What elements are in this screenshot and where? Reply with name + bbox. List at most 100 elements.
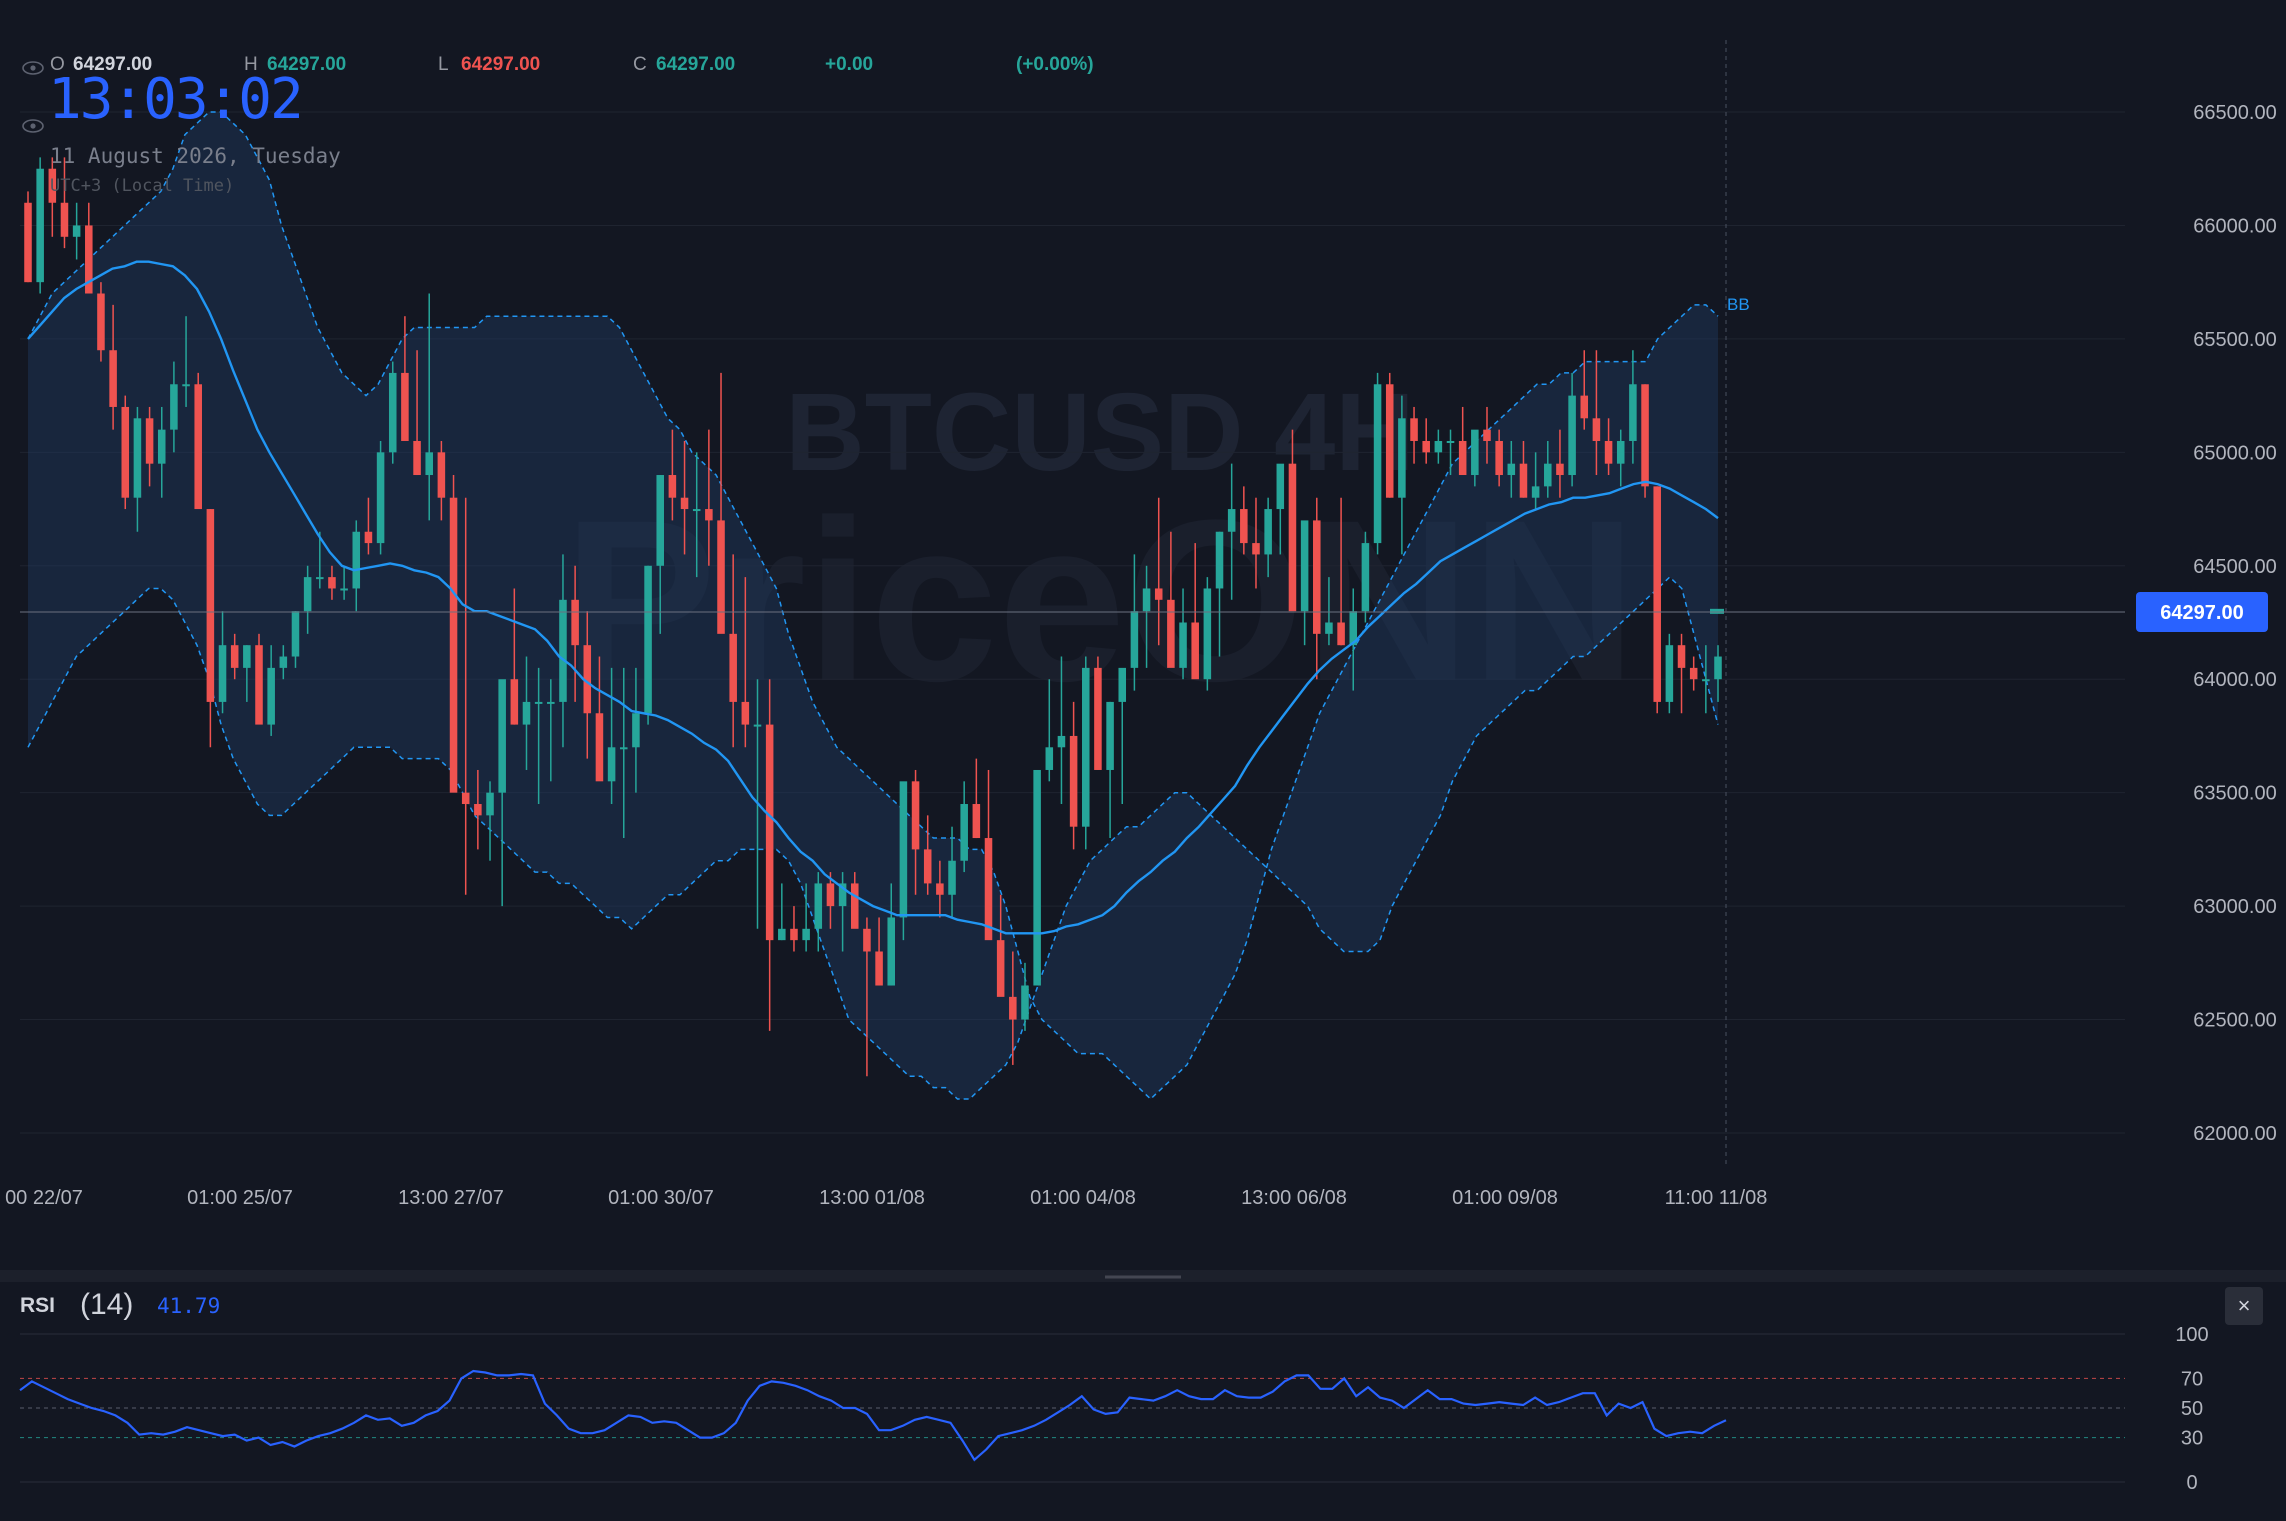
candle-body (1495, 440, 1503, 476)
chart-root[interactable]: BTCUSD 4H PriceONN BB 62000.00 62500.00 63… (0, 0, 2286, 1516)
candle-body (1702, 679, 1710, 682)
candle-body (960, 804, 968, 861)
ohlc-high-value: 64297.00 (267, 54, 346, 75)
candle-body (1592, 418, 1601, 441)
rsi-line (19, 1369, 1727, 1462)
candle-body (206, 509, 215, 702)
candle (206, 509, 215, 748)
candle-body (461, 792, 470, 805)
candle-body (328, 577, 336, 589)
candle-body (388, 372, 397, 453)
candle-body (1033, 769, 1041, 986)
candle-body (778, 928, 786, 941)
time-tick-label: 01:00 09/08 (1452, 1187, 1558, 1209)
candle-body (1191, 622, 1199, 680)
candle-body (364, 531, 373, 544)
candle-body (352, 531, 361, 589)
candle-body (1385, 384, 1394, 498)
time-tick-label: 13:00 01/08 (819, 1187, 925, 1209)
current-price-value: 64297.00 (2160, 602, 2243, 624)
candle-body (1556, 463, 1564, 476)
candle-body (1410, 418, 1418, 441)
price-tick-label: 62500.00 (2193, 1010, 2276, 1032)
candle-body (1714, 656, 1722, 680)
candle-body (1227, 509, 1236, 532)
ohlc-low-label: L (438, 54, 449, 75)
candle-body (948, 860, 956, 895)
candle-body (194, 384, 202, 510)
rsi-value: 41.79 (157, 1294, 220, 1318)
close-icon[interactable]: × (2225, 1287, 2263, 1325)
candle (778, 883, 786, 941)
candle-body (1154, 588, 1163, 600)
candle (1677, 633, 1686, 714)
rsi-levels (20, 1333, 2125, 1483)
candle-body (996, 940, 1005, 997)
candle-body (729, 633, 737, 702)
candle-body (1288, 463, 1297, 612)
candle (1203, 577, 1212, 691)
candle-body (145, 418, 154, 464)
candle-body (449, 497, 458, 793)
time-tick-label: 01:00 25/07 (187, 1187, 293, 1209)
candle-body (401, 372, 409, 441)
candle-body (1069, 735, 1078, 827)
candle-body (1106, 701, 1114, 770)
candle-body (559, 599, 567, 702)
last-candle (1710, 608, 1724, 614)
candle-body (121, 406, 130, 498)
candle-body (267, 667, 275, 725)
eye-icon[interactable] (22, 61, 44, 75)
ohlc-change: +0.00 (825, 54, 873, 75)
candle (1094, 656, 1102, 770)
candle-body (607, 747, 616, 782)
candle-body (36, 168, 44, 283)
candle-body (1677, 645, 1686, 668)
candle-body (1507, 463, 1516, 476)
rsi-tick-label: 100 (2175, 1324, 2208, 1346)
candle-body (656, 475, 664, 566)
candle-body (279, 656, 288, 668)
candle-body (1471, 429, 1479, 476)
candle (449, 475, 458, 793)
rsi-tick-label: 30 (2181, 1428, 2203, 1450)
candle-body (230, 645, 239, 668)
price-tick-label: 63500.00 (2193, 783, 2276, 805)
candle (1373, 372, 1382, 555)
candle-body (644, 565, 652, 714)
candle-body (1629, 384, 1637, 441)
candle-body (547, 701, 555, 704)
bb-indicator-label[interactable]: BB (1727, 295, 1750, 314)
candle-body (340, 588, 348, 591)
candle-body (1057, 735, 1066, 748)
candle-body (1094, 667, 1102, 770)
price-tick-label: 63000.00 (2193, 896, 2276, 918)
candle-body (1531, 486, 1540, 498)
candle-body (255, 645, 263, 725)
candle-body (972, 804, 981, 839)
candle (1653, 486, 1661, 714)
time-tick-label: 00 22/07 (5, 1187, 83, 1209)
candle (388, 361, 397, 464)
eye-icon[interactable] (22, 119, 44, 133)
candle (1361, 531, 1370, 623)
chart-canvas[interactable]: BTCUSD 4H PriceONN BB 62000.0062500.0063… (0, 0, 2286, 1516)
candle-body (109, 350, 117, 407)
time-axis[interactable]: 00 22/07 01:00 25/07 13:00 27/07 01:00 30/0… (5, 1187, 1767, 1209)
candle (1082, 656, 1090, 850)
candle-body (1264, 509, 1272, 555)
candle (1106, 701, 1114, 839)
candle-body (887, 917, 896, 986)
rsi-tick-label: 70 (2181, 1368, 2203, 1390)
candle-body (1361, 543, 1370, 612)
candle (1434, 429, 1443, 464)
price-tick-label: 64500.00 (2193, 556, 2276, 578)
candle (1118, 667, 1127, 805)
candle-body (425, 452, 433, 476)
candle-body (1580, 395, 1589, 419)
candle-body (316, 577, 324, 580)
price-tick-label: 64000.00 (2193, 669, 2276, 691)
candle (498, 679, 506, 907)
time-tick-label: 01:00 04/08 (1030, 1187, 1136, 1209)
time-tick-label: 13:00 06/08 (1241, 1187, 1347, 1209)
